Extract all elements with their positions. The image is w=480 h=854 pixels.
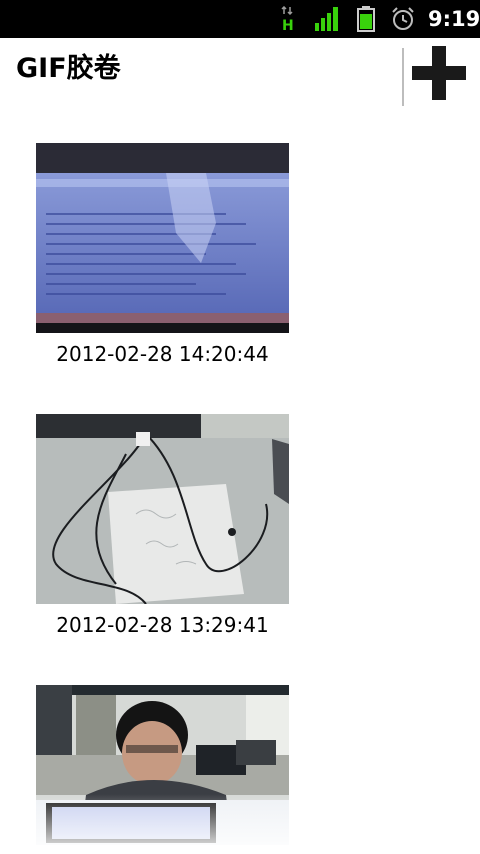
alarm-clock-icon <box>392 7 414 30</box>
data-activity-icon: H <box>281 6 294 32</box>
gif-list-item[interactable]: 2012-02-28 13:29:41 <box>36 414 289 637</box>
add-button[interactable] <box>404 38 480 106</box>
gif-thumbnail <box>36 685 289 854</box>
gif-thumbnail <box>36 414 289 604</box>
plus-icon <box>412 46 466 100</box>
app-title: GIF胶卷 <box>16 53 121 84</box>
network-type-label: H <box>282 18 294 32</box>
app-bar: GIF胶卷 <box>0 38 480 106</box>
gif-list: 2012-02-28 14:20:44 2012-02-28 13:29:41 <box>0 106 480 854</box>
gif-date: 2012-02-28 14:20:44 <box>56 342 269 366</box>
battery-icon <box>357 6 375 32</box>
gif-date: 2012-02-28 13:29:41 <box>56 613 269 637</box>
status-bar: H 9:19 <box>0 0 480 38</box>
gif-list-item[interactable] <box>36 685 289 854</box>
gif-list-item[interactable]: 2012-02-28 14:20:44 <box>36 143 289 366</box>
signal-strength-icon <box>315 7 338 31</box>
gif-thumbnail <box>36 143 289 333</box>
status-time: 9:19 <box>428 7 480 31</box>
